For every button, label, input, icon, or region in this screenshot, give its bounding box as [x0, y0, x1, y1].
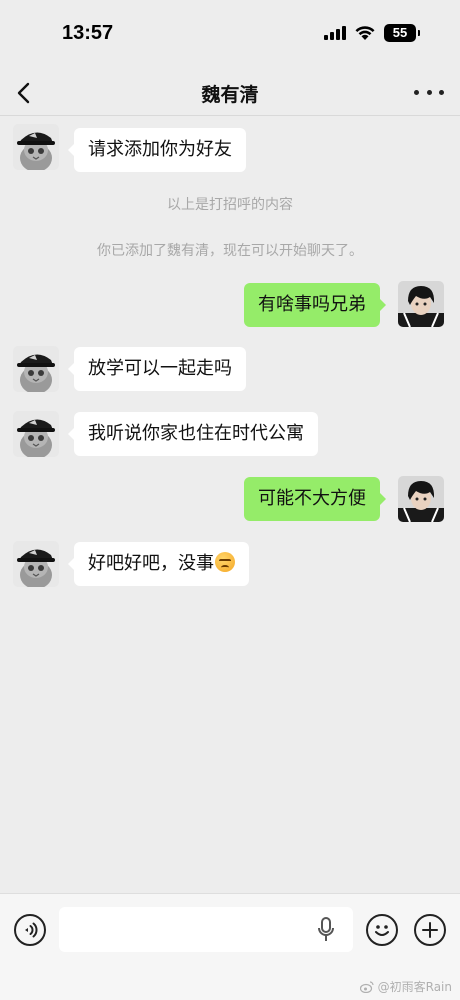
system-message: 以上是打招呼的内容: [167, 197, 293, 213]
signal-icon: [324, 26, 346, 40]
watermark: @初雨客Rain: [359, 978, 452, 995]
mic-icon[interactable]: [316, 917, 336, 943]
status-time: 13:57: [62, 22, 114, 44]
more-button[interactable]: [414, 80, 444, 104]
contact-avatar[interactable]: [13, 541, 59, 587]
grimace-emoji-icon: [215, 552, 235, 572]
voice-icon: [25, 922, 38, 938]
chat-header: 魏有清: [0, 70, 460, 116]
contact-avatar[interactable]: [13, 411, 59, 457]
emoji-button[interactable]: [366, 914, 398, 946]
status-icons: 55: [324, 24, 420, 42]
message-text: 好吧好吧，没事: [88, 553, 214, 574]
message-bubble-incoming[interactable]: 请求添加你为好友: [68, 128, 246, 172]
my-avatar[interactable]: [398, 281, 444, 327]
contact-avatar[interactable]: [13, 346, 59, 392]
battery-indicator: 55: [384, 24, 420, 42]
wifi-icon: [355, 26, 375, 40]
more-actions-button[interactable]: [414, 914, 446, 946]
weibo-logo-icon: [359, 980, 374, 993]
message-bubble-outgoing[interactable]: 可能不大方便: [244, 477, 386, 521]
message-bubble-incoming[interactable]: 好吧好吧，没事: [68, 542, 249, 586]
smiley-icon: [375, 925, 389, 936]
chat-title: 魏有清: [201, 84, 259, 106]
system-message: 你已添加了魏有清，现在可以开始聊天了。: [97, 243, 363, 259]
plus-icon: [422, 922, 438, 938]
contact-avatar[interactable]: [13, 124, 59, 170]
my-avatar[interactable]: [398, 476, 444, 522]
more-dots-icon: [414, 89, 419, 95]
status-bar: 13:57 55: [0, 0, 460, 70]
watermark-text: @初雨客Rain: [377, 980, 452, 994]
message-bubble-outgoing[interactable]: 有啥事吗兄弟: [244, 283, 386, 327]
message-bubble-incoming[interactable]: 放学可以一起走吗: [68, 347, 246, 391]
message-bubble-incoming[interactable]: 我听说你家也住在时代公寓: [68, 412, 318, 456]
message-input[interactable]: [59, 907, 353, 952]
voice-toggle-button[interactable]: [14, 914, 46, 946]
